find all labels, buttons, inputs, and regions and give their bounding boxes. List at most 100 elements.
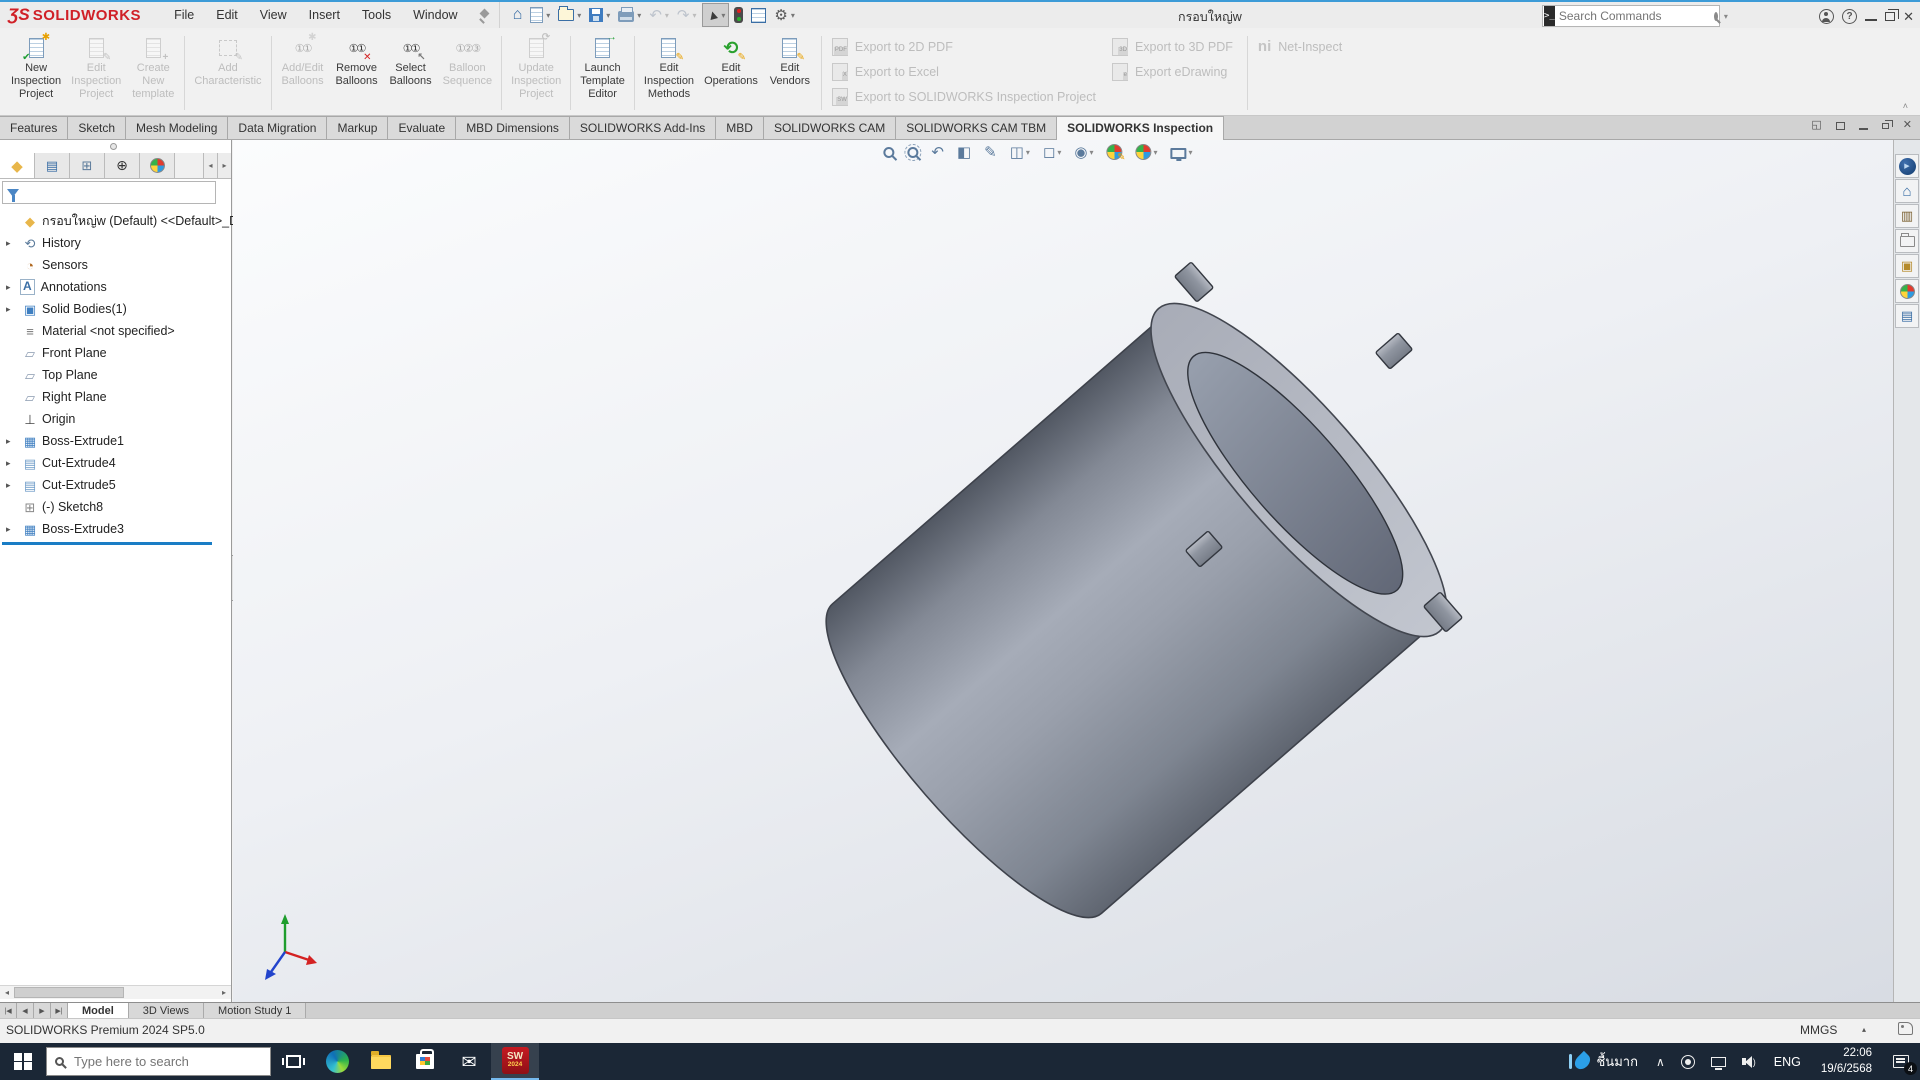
add-edit-balloons-button[interactable]: ①①✱ Add/Edit Balloons (276, 33, 330, 113)
taskbar-search-input[interactable] (74, 1054, 244, 1069)
tree-item-sensors[interactable]: ◔ Sensors (0, 254, 231, 276)
new-document-button[interactable]: ▾ (527, 3, 553, 27)
propertymanager-tab[interactable]: ▤ (35, 153, 70, 178)
search-icon[interactable] (1714, 12, 1718, 21)
menu-tools[interactable]: Tools (351, 4, 402, 26)
custom-properties-button[interactable]: ▤ (1895, 304, 1919, 328)
section-view-button[interactable]: ◧ (955, 144, 973, 161)
home-pane-button[interactable]: ⌂ (1895, 179, 1919, 203)
remove-balloons-button[interactable]: ①①✕ Remove Balloons (330, 33, 384, 113)
properties-button[interactable] (748, 3, 769, 27)
tab-mbd-dimensions[interactable]: MBD Dimensions (455, 116, 570, 139)
tree-item-boss-extrude1[interactable]: ▸ ▦ Boss-Extrude1 (0, 430, 231, 452)
tree-item-solid-bodies[interactable]: ▸ ▣ Solid Bodies(1) (0, 298, 231, 320)
tree-filter-box[interactable] (2, 181, 216, 204)
language-indicator[interactable]: ENG (1764, 1055, 1811, 1069)
tab-evaluate[interactable]: Evaluate (387, 116, 456, 139)
motion-study-tab[interactable]: Motion Study 1 (204, 1003, 306, 1018)
add-characteristic-button[interactable]: ✎ Add Characteristic (189, 33, 266, 113)
update-inspection-project-button[interactable]: ⟳ Update Inspection Project (506, 33, 566, 113)
redo-button[interactable]: ↷▾ (674, 3, 700, 27)
hide-show-items-button[interactable]: ◉▾ (1072, 144, 1095, 161)
file-explorer-pane-button[interactable] (1895, 229, 1919, 253)
panel-horizontal-scrollbar[interactable]: ◂ ▸ (0, 985, 231, 999)
export-to-solidworks-inspection-project-button[interactable]: SWExport to SOLIDWORKS Inspection Projec… (826, 88, 1106, 106)
expand-arrow-icon[interactable]: ▸ (6, 480, 20, 491)
user-account-icon[interactable] (1819, 9, 1834, 24)
expand-arrow-icon[interactable]: ▸ (6, 238, 20, 249)
dimxpertmanager-tab[interactable]: ⊕ (105, 153, 140, 178)
net-inspect-button[interactable]: niNet-Inspect (1252, 38, 1352, 55)
tree-item-cut-extrude4[interactable]: ▸ ▤ Cut-Extrude4 (0, 452, 231, 474)
rollback-bar[interactable] (2, 542, 212, 545)
edge-button[interactable] (315, 1043, 359, 1080)
undo-button[interactable]: ↶▾ (646, 3, 672, 27)
expand-arrow-icon[interactable]: ▸ (6, 436, 20, 447)
edit-operations-button[interactable]: ⟲✎ Edit Operations (699, 33, 763, 113)
tab-solidworks-cam[interactable]: SOLIDWORKS CAM (763, 116, 896, 139)
export-to-excel-button[interactable]: XExport to Excel (826, 63, 1106, 81)
ribbon-collapse-caret[interactable]: ˄ (1903, 101, 1908, 111)
minimize-button[interactable] (1865, 19, 1877, 21)
displaymanager-tab[interactable] (140, 153, 175, 178)
tree-item-sketch8[interactable]: ⊞ (-) Sketch8 (0, 496, 231, 518)
zoom-to-fit-button[interactable] (881, 146, 896, 159)
export-edrawing-button[interactable]: eExport eDrawing (1106, 63, 1243, 81)
units-caret-icon[interactable]: ▴ (1862, 1025, 1866, 1034)
scroll-left-arrow[interactable]: ◂ (0, 986, 14, 999)
open-document-button[interactable]: ▾ (555, 3, 584, 27)
panel-tab-scroll-right[interactable]: ▸ (217, 153, 231, 178)
search-dropdown-caret[interactable]: ▾ (1724, 12, 1728, 21)
expand-arrow-icon[interactable]: ▸ (6, 304, 20, 315)
3d-model-cylinder[interactable] (233, 140, 1893, 1002)
tree-item-cut-extrude5[interactable]: ▸ ▤ Cut-Extrude5 (0, 474, 231, 496)
xpress-products-button[interactable] (731, 3, 746, 27)
tab-mesh-modeling[interactable]: Mesh Modeling (125, 116, 228, 139)
units-label[interactable]: MMGS (1800, 1023, 1837, 1037)
zoom-to-area-button[interactable] (905, 146, 920, 159)
previous-tab-button[interactable]: ◀ (17, 1003, 34, 1018)
tab-markup[interactable]: Markup (326, 116, 388, 139)
hidden-icons-button[interactable]: ∧ (1648, 1055, 1673, 1069)
export-to-2d-pdf-button[interactable]: PDFExport to 2D PDF (826, 38, 1106, 56)
tree-item-front-plane[interactable]: ▱ Front Plane (0, 342, 231, 364)
menu-edit[interactable]: Edit (205, 4, 249, 26)
3dexperience-button[interactable]: ▶ (1895, 154, 1919, 178)
edit-inspection-project-button[interactable]: ✎ Edit Inspection Project (66, 33, 126, 113)
balloon-sequence-button[interactable]: ①②③ Balloon Sequence (438, 33, 498, 113)
menu-view[interactable]: View (249, 4, 298, 26)
close-button[interactable]: ✕ (1903, 10, 1914, 23)
tab-sketch[interactable]: Sketch (67, 116, 126, 139)
document-close-button[interactable]: ✕ (1903, 120, 1912, 131)
tab-features[interactable]: Features (0, 116, 68, 139)
export-to-3d-pdf-button[interactable]: 3DExport to 3D PDF (1106, 38, 1243, 56)
menu-window[interactable]: Window (402, 4, 468, 26)
document-maximize-button[interactable] (1836, 122, 1845, 130)
tree-root[interactable]: ◆ กรอบใหญ่w (Default) <<Default>_Displ (0, 210, 231, 232)
configurationmanager-tab[interactable]: ⊞ (70, 153, 105, 178)
display-style-button[interactable]: ◻▾ (1041, 144, 1063, 161)
view-palette-button[interactable]: ▣ (1895, 254, 1919, 278)
next-tab-button[interactable]: ▶ (34, 1003, 51, 1018)
taskbar-search[interactable] (46, 1047, 271, 1076)
expand-arrow-icon[interactable]: ▸ (6, 524, 20, 535)
view-orientation-button[interactable]: ◫▾ (1008, 144, 1032, 161)
search-commands-input[interactable] (1559, 9, 1714, 23)
help-icon[interactable]: ? (1842, 9, 1857, 24)
print-button[interactable]: ▾ (615, 3, 644, 27)
expand-arrow-icon[interactable]: ▸ (6, 282, 20, 293)
design-library-button[interactable]: ▥ (1895, 204, 1919, 228)
menu-insert[interactable]: Insert (298, 4, 351, 26)
appearances-scenes-button[interactable] (1895, 279, 1919, 303)
tree-item-material[interactable]: ≡ Material <not specified> (0, 320, 231, 342)
store-button[interactable] (403, 1043, 447, 1080)
network-icon[interactable] (1711, 1057, 1726, 1067)
save-button[interactable]: ▾ (586, 3, 613, 27)
expand-arrow-icon[interactable]: ▸ (6, 458, 20, 469)
tag-icon[interactable] (1898, 1022, 1913, 1035)
edit-appearance-button[interactable]: ✎ (1104, 143, 1124, 161)
task-view-button[interactable] (271, 1043, 315, 1080)
launch-template-editor-button[interactable]: → Launch Template Editor (575, 33, 630, 113)
edit-vendors-button[interactable]: ✎ Edit Vendors (763, 33, 817, 113)
weather-widget[interactable]: ชื้นมาก (1559, 1043, 1647, 1080)
